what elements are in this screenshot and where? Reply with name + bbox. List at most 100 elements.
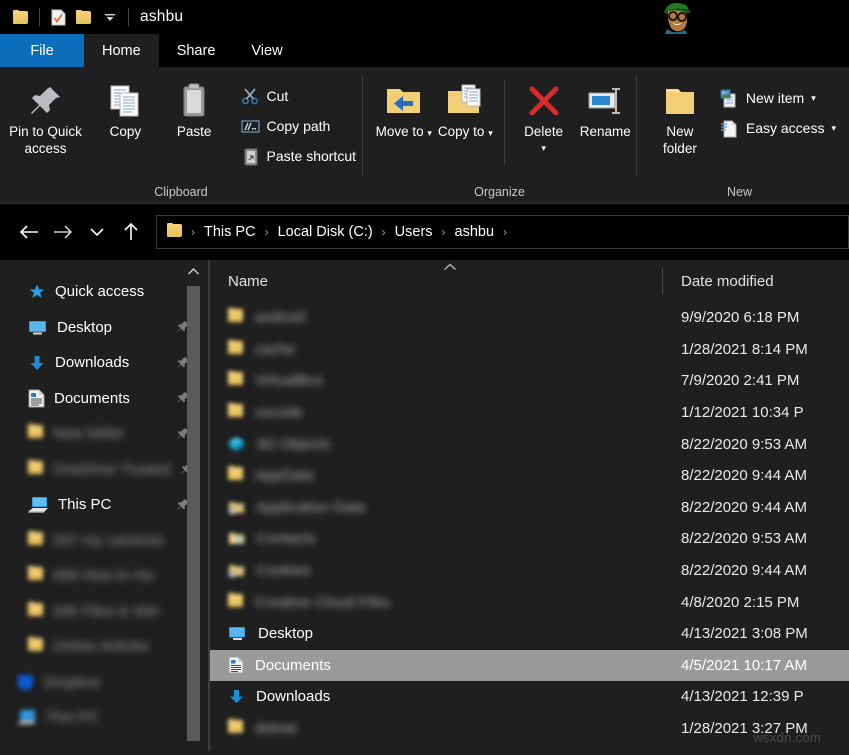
paste-shortcut-label: Paste shortcut [267, 148, 357, 164]
sidebar-label: 005 Files in Win [53, 603, 160, 620]
table-row[interactable]: Desktop 4/13/2021 3:08 PM [210, 618, 849, 650]
file-date: 7/9/2020 2:41 PM [665, 372, 799, 389]
sidebar-label: Quick access [55, 283, 144, 300]
tab-share[interactable]: Share [159, 34, 234, 67]
file-name: vscode [255, 404, 303, 421]
rename-button[interactable]: Rename [574, 75, 636, 140]
sidebar-item-12[interactable]: This PC [0, 700, 208, 736]
chevron-up-icon[interactable] [187, 260, 200, 282]
column-header-name[interactable]: Name [210, 273, 665, 290]
move-to-text: Move to [376, 124, 424, 139]
sidebar-item-4[interactable]: New folder [0, 416, 208, 452]
folder-icon [28, 637, 44, 656]
row-name-cell: android [210, 308, 665, 327]
breadcrumb-ashbu[interactable]: ashbu [450, 224, 500, 240]
table-row[interactable]: Application Data 8/22/2020 9:44 AM [210, 492, 849, 524]
sidebar-item-8[interactable]: 006 How to me [0, 558, 208, 594]
sidebar-item-quick-access[interactable]: Quick access [0, 274, 208, 310]
back-button[interactable] [12, 215, 46, 249]
sidebar-item-downloads[interactable]: Downloads [0, 345, 208, 381]
up-one-level-button[interactable] [114, 215, 148, 249]
table-row[interactable]: cache 1/28/2021 8:14 PM [210, 334, 849, 366]
file-date: 1/12/2021 10:34 P [665, 404, 804, 421]
file-date: 4/8/2020 2:15 PM [665, 594, 799, 611]
table-row[interactable]: android 9/9/2020 6:18 PM [210, 302, 849, 334]
sidebar-label: 007 my cameras [53, 532, 164, 549]
rename-label: Rename [580, 123, 631, 140]
table-row[interactable]: Cookies 8/22/2020 9:44 AM [210, 555, 849, 587]
folder-icon [228, 719, 244, 738]
table-row[interactable]: 3D Objects 8/22/2020 9:53 AM [210, 428, 849, 460]
paste-button[interactable]: Paste [160, 75, 229, 140]
file-name: Creative Cloud Files [255, 594, 390, 611]
delete-text: Delete [524, 124, 563, 139]
copy-to-button[interactable]: Copy to ▾ [435, 75, 497, 142]
folder-icon [228, 466, 244, 485]
paste-shortcut-button[interactable]: Paste shortcut [235, 141, 363, 171]
table-row[interactable]: dotnet 1/28/2021 3:27 PM [210, 713, 849, 745]
folder-icon[interactable] [8, 4, 34, 30]
delete-button[interactable]: Delete ▾ [513, 75, 575, 157]
shortcut-folder-icon [228, 500, 245, 515]
new-folder-button[interactable]: New folder [651, 75, 709, 157]
sidebar-scrollbar[interactable] [187, 260, 200, 751]
sidebar-item-dropbox[interactable]: Dropbox [0, 665, 208, 701]
new-folder-icon[interactable] [71, 4, 97, 30]
breadcrumb-this-pc[interactable]: This PC [199, 224, 261, 240]
table-row[interactable]: Downloads 4/13/2021 12:39 P [210, 681, 849, 713]
row-name-cell: Contacts [210, 530, 665, 547]
sidebar-item-this-pc[interactable]: This PC [0, 487, 208, 523]
folder-icon [167, 223, 183, 242]
customize-dropdown-icon[interactable] [97, 4, 123, 30]
column-header-date-modified[interactable]: Date modified [665, 273, 774, 290]
copy-button[interactable]: Copy [91, 75, 160, 140]
tab-file[interactable]: File [0, 34, 84, 67]
sidebar-item-desktop[interactable]: Desktop [0, 310, 208, 346]
recent-locations-button[interactable] [80, 215, 114, 249]
folder-icon [228, 593, 244, 612]
column-divider[interactable] [662, 268, 663, 294]
table-row[interactable]: Creative Cloud Files 4/8/2020 2:15 PM [210, 586, 849, 618]
easy-access-button[interactable]: Easy access ▾ [713, 113, 842, 143]
new-item-button[interactable]: New item ▾ [713, 83, 842, 113]
documents-icon [28, 389, 45, 408]
chevron-down-icon: ▾ [427, 128, 432, 138]
forward-button[interactable] [46, 215, 80, 249]
tab-home[interactable]: Home [84, 34, 159, 67]
sidebar-scrollbar-thumb[interactable] [187, 286, 200, 741]
copy-path-button[interactable]: Copy path [235, 111, 363, 141]
table-row[interactable]: Contacts 8/22/2020 9:53 AM [210, 523, 849, 555]
sidebar-item-documents[interactable]: Documents [0, 381, 208, 417]
sidebar-item-9[interactable]: 005 Files in Win [0, 594, 208, 630]
sidebar-item-10[interactable]: Online Articles [0, 629, 208, 665]
sidebar-item-7[interactable]: 007 my cameras [0, 523, 208, 559]
pin-to-quick-access-button[interactable]: Pin to Quick access [0, 75, 91, 157]
user-avatar [653, 0, 709, 34]
cut-button[interactable]: Cut [235, 81, 363, 111]
file-name: Cookies [256, 562, 310, 579]
breadcrumb-separator: › [501, 225, 509, 239]
breadcrumb-path-box[interactable]: › This PC › Local Disk (C:) › Users › as… [156, 215, 849, 249]
breadcrumb-users[interactable]: Users [390, 224, 438, 240]
file-name: android [255, 309, 305, 326]
breadcrumb-local-disk[interactable]: Local Disk (C:) [273, 224, 378, 240]
row-name-cell: Creative Cloud Files [210, 593, 665, 612]
table-row[interactable]: AppData 8/22/2020 9:44 AM [210, 460, 849, 492]
row-name-cell: Cookies [210, 562, 665, 579]
table-row[interactable]: vscode 1/12/2021 10:34 P [210, 397, 849, 429]
file-name: Downloads [256, 688, 330, 705]
move-to-button[interactable]: Move to ▾ [373, 75, 435, 142]
sidebar-item-5[interactable]: OneDrive Trusted [0, 452, 208, 488]
title-separator [39, 8, 40, 26]
properties-checkmark-icon[interactable] [45, 4, 71, 30]
table-row[interactable]: VirtualBox 7/9/2020 2:41 PM [210, 365, 849, 397]
main-content: Quick access Desktop Downloads [0, 260, 849, 751]
paste-clipboard-icon [174, 79, 214, 123]
new-item-icon [719, 89, 739, 108]
new-item-label: New item [746, 90, 804, 106]
column-headers: Name Date modified [210, 260, 849, 302]
file-list-pane: Name Date modified android 9/9/2020 6:18… [210, 260, 849, 751]
table-row[interactable]: Documents 4/5/2021 10:17 AM [210, 650, 849, 682]
tab-view[interactable]: View [233, 34, 300, 67]
file-name: Documents [255, 657, 331, 674]
